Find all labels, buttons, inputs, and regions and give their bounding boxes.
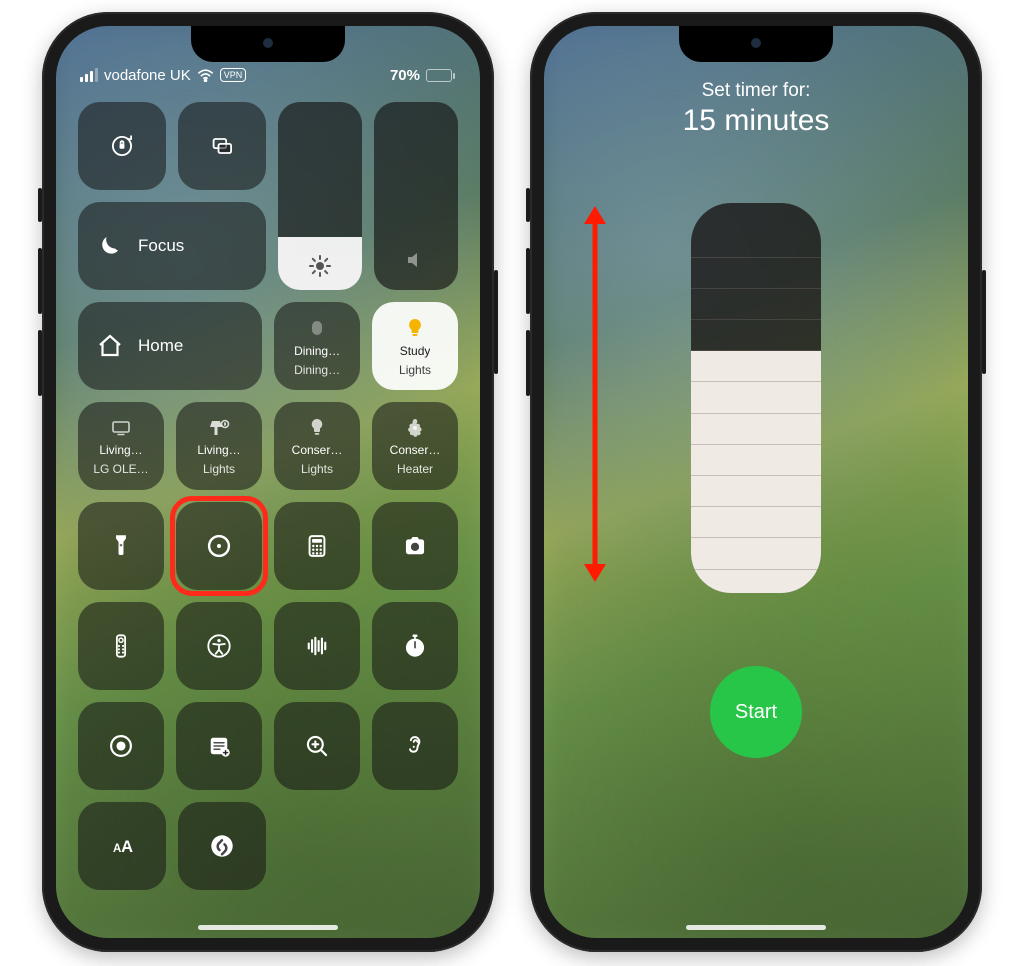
notch (679, 26, 833, 62)
speaker-icon (374, 248, 458, 272)
mute-switch (38, 188, 42, 222)
flashlight-icon (107, 532, 135, 560)
volume-slider[interactable] (374, 102, 458, 290)
cell-signal-icon (80, 68, 98, 82)
bulb-off-icon (308, 418, 326, 438)
note-plus-icon (205, 732, 233, 760)
magnifier-button[interactable] (274, 702, 360, 790)
home-label: Home (138, 336, 183, 356)
calculator-icon (303, 532, 331, 560)
remote-button[interactable] (78, 602, 164, 690)
dining-accessory-button[interactable]: Dining… Dining… (274, 302, 360, 390)
study-lights-button[interactable]: Study Lights (372, 302, 458, 390)
flashlight-button[interactable] (78, 502, 164, 590)
stopwatch-button[interactable] (372, 602, 458, 690)
remote-icon (107, 632, 135, 660)
start-label: Start (735, 701, 777, 724)
vpn-badge: VPN (220, 68, 247, 82)
side-button (494, 270, 498, 374)
bulb-icon (404, 317, 426, 339)
conservatory-lights-button[interactable]: Conser… Lights (274, 402, 360, 490)
volume-down-button (526, 330, 530, 396)
fan-icon (405, 418, 425, 438)
waveform-icon (303, 632, 331, 660)
conservatory-heater-button[interactable]: Conser… Heater (372, 402, 458, 490)
focus-button[interactable]: Focus (78, 202, 266, 290)
living-lights-button[interactable]: Living… Lights (176, 402, 262, 490)
screen-mirroring-button[interactable] (178, 102, 266, 190)
shazam-icon (208, 832, 236, 860)
phone-timer-detail: Set timer for: 15 minutes (530, 12, 982, 952)
text-size-icon: AA (108, 832, 136, 860)
screen-record-button[interactable] (78, 702, 164, 790)
timer-title: Set timer for: (566, 80, 946, 102)
home-indicator[interactable] (198, 925, 338, 930)
house-icon (96, 332, 124, 360)
brightness-slider[interactable] (278, 102, 362, 290)
accessibility-button[interactable] (176, 602, 262, 690)
hearing-button[interactable] (372, 702, 458, 790)
wifi-icon (197, 69, 214, 82)
tv-icon (111, 418, 131, 438)
volume-up-button (38, 248, 42, 314)
home-indicator[interactable] (686, 925, 826, 930)
sun-icon (278, 254, 362, 278)
rotation-lock-toggle[interactable] (78, 102, 166, 190)
voice-memo-button[interactable] (274, 602, 360, 690)
mute-switch (526, 188, 530, 222)
phone-control-center: vodafone UK VPN 70% (42, 12, 494, 952)
timer-duration-slider[interactable] (691, 203, 821, 593)
magnifier-plus-icon (303, 732, 331, 760)
text-size-button[interactable]: AA (78, 802, 166, 890)
homepod-icon (306, 317, 328, 339)
record-icon (107, 732, 135, 760)
battery-percent: 70% (390, 67, 420, 84)
volume-up-button (526, 248, 530, 314)
svg-text:A: A (121, 838, 133, 856)
start-button[interactable]: Start (710, 666, 802, 758)
lamp-icon (208, 418, 230, 438)
camera-button[interactable] (372, 502, 458, 590)
calculator-button[interactable] (274, 502, 360, 590)
shazam-button[interactable] (178, 802, 266, 890)
status-bar: vodafone UK VPN 70% (78, 58, 458, 92)
screen-mirroring-icon (208, 132, 236, 160)
annotation-drag-arrow (584, 206, 606, 582)
volume-down-button (38, 330, 42, 396)
carrier-label: vodafone UK (104, 67, 191, 84)
notch (191, 26, 345, 62)
battery-icon (426, 69, 452, 82)
moon-icon (96, 232, 124, 260)
focus-label: Focus (138, 236, 184, 256)
stopwatch-icon (401, 632, 429, 660)
timer-header: Set timer for: 15 minutes (566, 80, 946, 138)
home-button[interactable]: Home (78, 302, 262, 390)
camera-icon (401, 532, 429, 560)
timer-button[interactable] (176, 502, 262, 590)
rotation-lock-icon (108, 132, 136, 160)
living-tv-button[interactable]: Living… LG OLE… (78, 402, 164, 490)
quick-note-button[interactable] (176, 702, 262, 790)
side-button (982, 270, 986, 374)
timer-duration: 15 minutes (566, 104, 946, 138)
accessibility-icon (205, 632, 233, 660)
ear-icon (401, 732, 429, 760)
timer-icon (205, 532, 233, 560)
